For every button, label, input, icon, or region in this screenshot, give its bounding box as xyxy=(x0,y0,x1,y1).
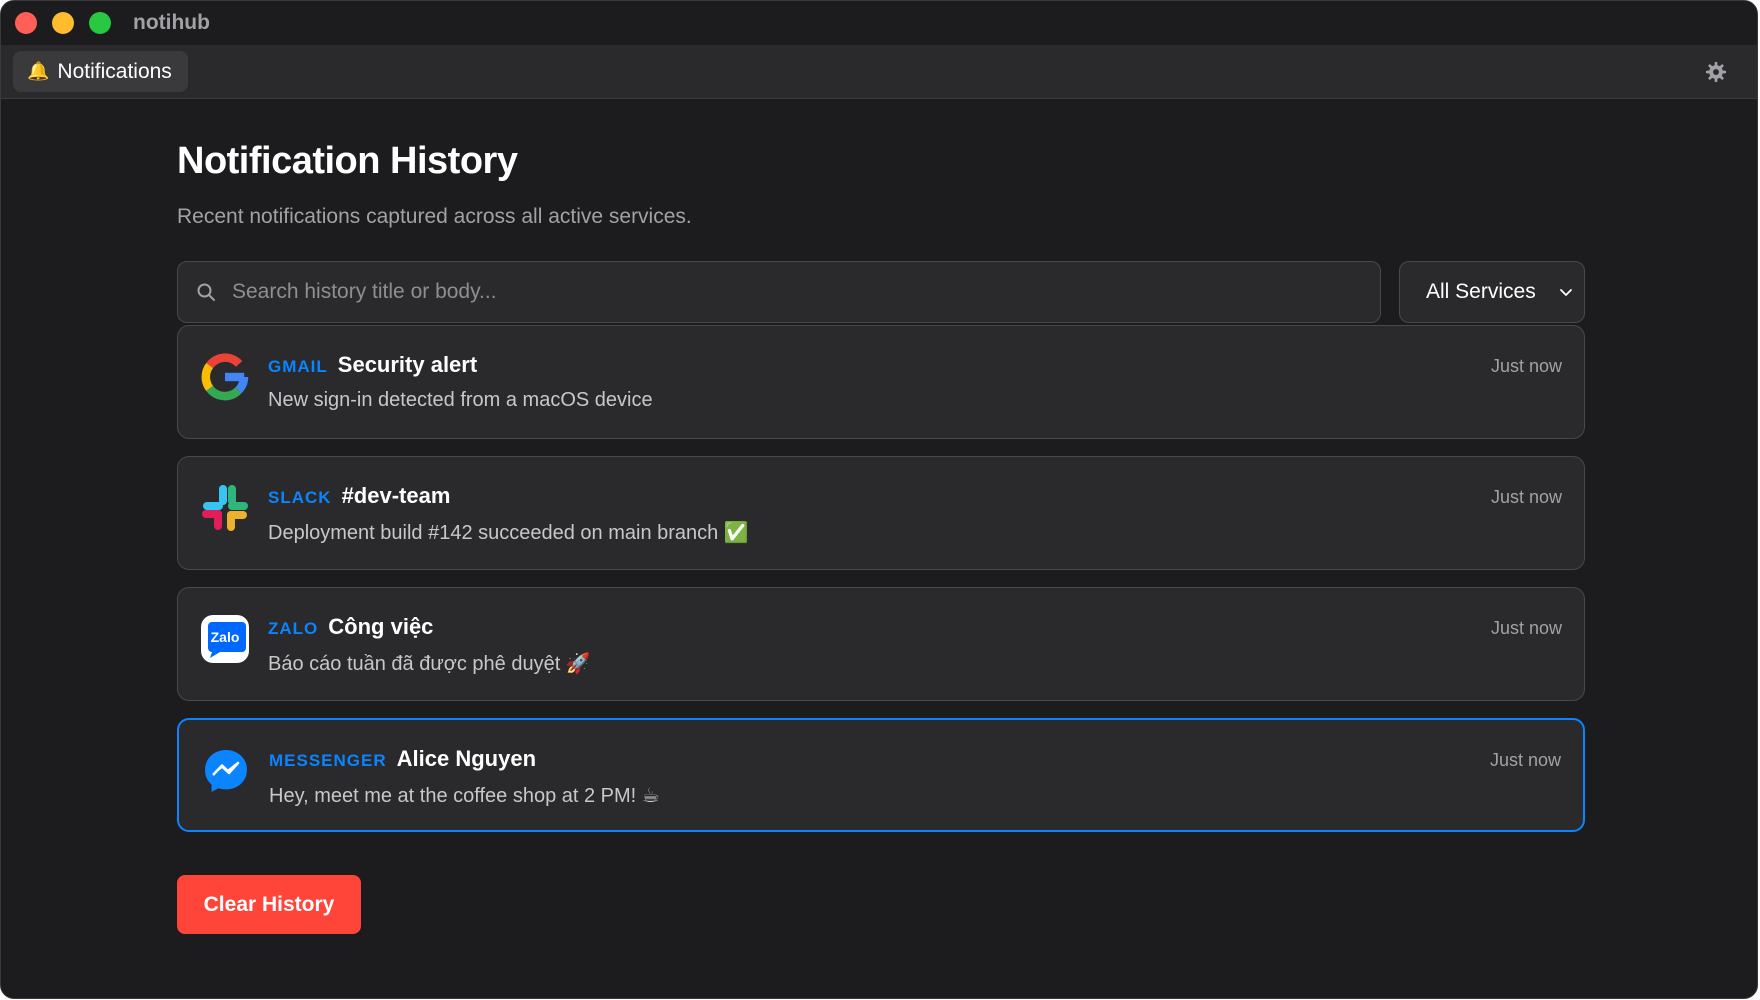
notification-list: GMAIL Security alert New sign-in detecte… xyxy=(177,325,1585,832)
main-content: Notification History Recent notification… xyxy=(177,140,1585,934)
settings-button[interactable] xyxy=(1701,57,1731,87)
app-title: notihub xyxy=(133,11,210,34)
google-icon xyxy=(201,353,249,401)
search-icon xyxy=(197,283,215,301)
service-filter-select[interactable]: All Services xyxy=(1399,261,1585,323)
notification-time: Just now xyxy=(1490,487,1562,507)
notification-body: New sign-in detected from a macOS device xyxy=(268,389,653,411)
service-label: GMAIL xyxy=(268,357,328,376)
title-bar: notihub xyxy=(1,1,1757,45)
notification-item-gmail[interactable]: GMAIL Security alert New sign-in detecte… xyxy=(177,325,1585,439)
tab-notifications[interactable]: 🔔 Notifications xyxy=(13,51,188,92)
notification-body: Deployment build #142 succeeded on main … xyxy=(268,522,749,544)
close-window-button[interactable] xyxy=(15,12,37,34)
search-box[interactable] xyxy=(177,261,1381,323)
app-window: notihub 🔔 Notifications Notification His… xyxy=(0,0,1758,999)
clear-history-button[interactable]: Clear History xyxy=(177,875,361,934)
page-title: Notification History xyxy=(177,140,518,182)
slack-icon xyxy=(202,485,248,531)
service-filter-value: All Services xyxy=(1426,280,1536,303)
notification-body: Hey, meet me at the coffee shop at 2 PM!… xyxy=(269,785,660,807)
messenger-icon xyxy=(205,750,247,792)
service-label: MESSENGER xyxy=(269,751,387,770)
tab-label: Notifications xyxy=(57,59,172,83)
service-label: SLACK xyxy=(268,488,332,507)
search-input[interactable] xyxy=(230,279,1362,305)
notification-title: Công việc xyxy=(328,614,434,639)
minimize-window-button[interactable] xyxy=(52,12,74,34)
service-label: ZALO xyxy=(268,619,319,638)
zalo-icon: Zalo xyxy=(201,615,249,663)
notification-title: Alice Nguyen xyxy=(396,746,537,771)
window-controls xyxy=(15,12,111,34)
chevron-down-icon xyxy=(1560,289,1572,296)
notification-title: Security alert xyxy=(337,352,478,377)
notification-item-zalo[interactable]: Zalo ZALO Công việc Báo cáo tuần đã được… xyxy=(177,587,1585,701)
notification-time: Just now xyxy=(1490,356,1562,376)
svg-text:Zalo: Zalo xyxy=(211,629,240,645)
notification-title: #dev-team xyxy=(341,483,451,508)
page-subtitle: Recent notifications captured across all… xyxy=(177,205,692,228)
notification-time: Just now xyxy=(1490,618,1562,638)
maximize-window-button[interactable] xyxy=(89,12,111,34)
notification-item-slack[interactable]: SLACK #dev-team Deployment build #142 su… xyxy=(177,456,1585,570)
toolbar: 🔔 Notifications xyxy=(1,45,1757,99)
gear-icon xyxy=(1705,61,1727,82)
notification-body: Báo cáo tuần đã được phê duyệt 🚀 xyxy=(268,653,591,675)
notification-item-messenger[interactable]: MESSENGER Alice Nguyen Hey, meet me at t… xyxy=(177,718,1585,832)
notification-time: Just now xyxy=(1489,750,1561,770)
filter-bar: All Services xyxy=(177,261,1585,323)
bell-icon: 🔔 xyxy=(27,61,50,81)
